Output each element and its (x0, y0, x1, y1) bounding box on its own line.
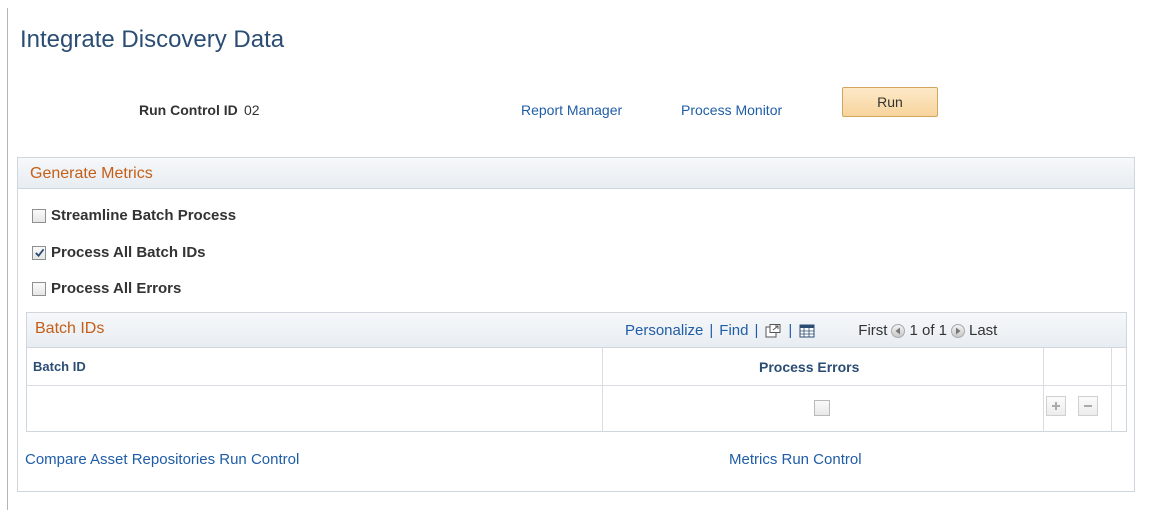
metrics-run-control-link[interactable]: Metrics Run Control (729, 451, 862, 468)
generate-metrics-header: Generate Metrics (18, 158, 1134, 189)
arrow-left-icon[interactable] (891, 323, 906, 338)
streamline-batch-label: Streamline Batch Process (51, 207, 237, 224)
find-link[interactable]: Find (719, 322, 748, 339)
spreadsheet-icon[interactable] (798, 323, 816, 339)
compare-asset-repositories-link[interactable]: Compare Asset Repositories Run Control (25, 451, 299, 468)
minus-icon[interactable] (1078, 396, 1098, 416)
checkmark-icon (34, 248, 44, 258)
left-divider (7, 8, 8, 510)
arrow-right-icon[interactable] (951, 323, 965, 338)
column-header-batch-id[interactable]: Batch ID (33, 359, 86, 374)
last-label: Last (969, 322, 998, 339)
process-all-batch-option: Process All Batch IDs (32, 244, 206, 261)
process-all-errors-checkbox[interactable] (32, 281, 46, 296)
run-control-id-label: Run Control ID (139, 102, 238, 118)
batch-ids-header: Batch IDs Personalize | Find | | First 1… (27, 313, 1126, 348)
report-manager-link[interactable]: Report Manager (521, 102, 622, 118)
new-window-icon[interactable] (764, 323, 782, 339)
streamline-batch-option: Streamline Batch Process (32, 207, 236, 224)
process-all-batch-checkbox[interactable] (32, 245, 46, 260)
process-all-errors-option: Process All Errors (32, 280, 181, 297)
table-row (27, 387, 1126, 432)
batch-ids-title: Batch IDs (35, 320, 105, 337)
process-all-errors-label: Process All Errors (51, 280, 182, 297)
separator: | (788, 322, 793, 339)
separator: | (754, 322, 759, 339)
batch-ids-grid: Batch IDs Personalize | Find | | First 1… (26, 312, 1127, 432)
generate-metrics-title: Generate Metrics (30, 165, 153, 182)
process-monitor-link[interactable]: Process Monitor (681, 102, 782, 118)
separator: | (709, 322, 714, 339)
run-control-id-value: 02 (244, 102, 260, 118)
page: Integrate Discovery Data Run Control ID … (0, 0, 1154, 510)
column-header-process-errors[interactable]: Process Errors (759, 359, 859, 375)
process-errors-checkbox[interactable] (814, 400, 830, 416)
personalize-link[interactable]: Personalize (625, 322, 703, 339)
pager-count: 1 of 1 (909, 322, 947, 339)
grid-column-headers: Batch ID Process Errors (27, 348, 1126, 386)
grid-navigation: Personalize | Find | | First 1 of 1 Last (625, 322, 997, 339)
generate-metrics-group: Generate Metrics Streamline Batch Proces… (17, 157, 1135, 492)
process-all-batch-label: Process All Batch IDs (51, 244, 206, 261)
run-button[interactable]: Run (842, 87, 938, 117)
plus-icon[interactable] (1046, 396, 1066, 416)
streamline-batch-checkbox[interactable] (32, 208, 46, 223)
first-label: First (858, 322, 888, 339)
page-title: Integrate Discovery Data (20, 26, 285, 53)
